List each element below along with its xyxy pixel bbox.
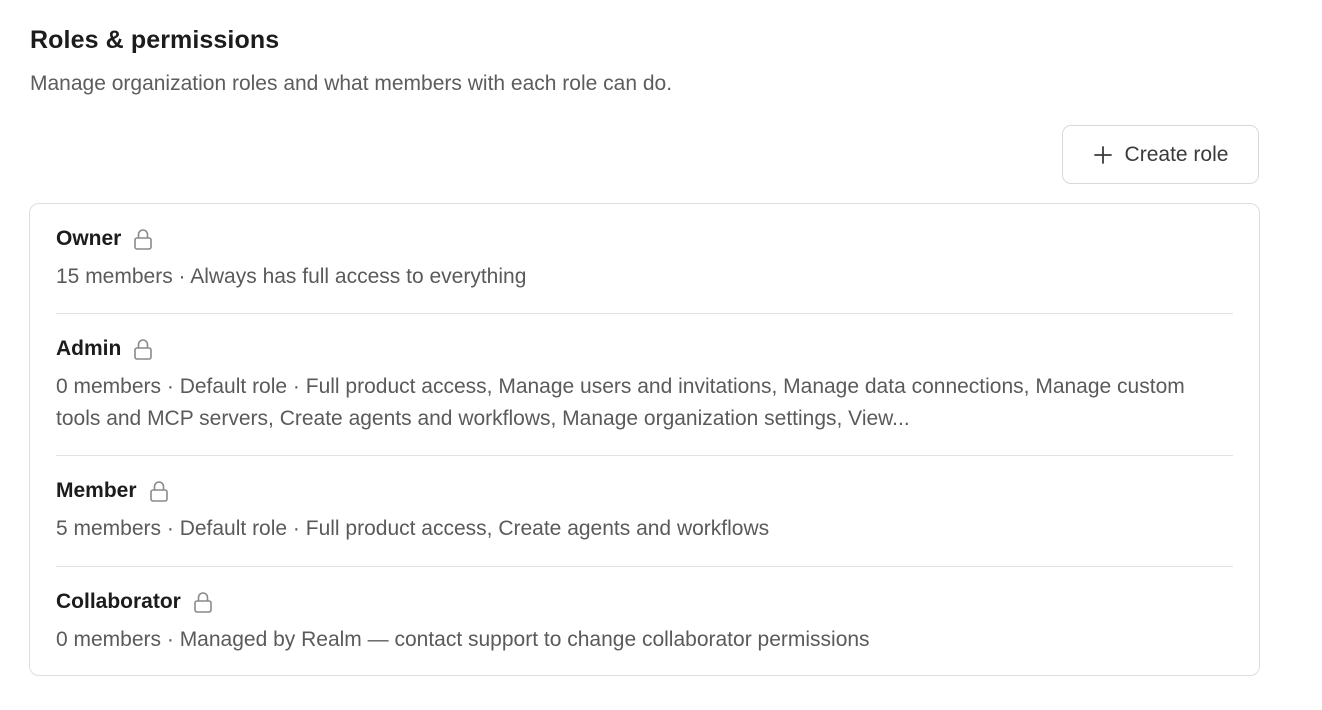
role-row-collaborator[interactable]: Collaborator 0 members · Managed by Real… (56, 567, 1233, 675)
role-name: Member (56, 479, 137, 502)
role-name: Collaborator (56, 590, 181, 613)
role-description: 5 members · Default role · Full product … (56, 517, 770, 540)
role-row-admin[interactable]: Admin 0 members · Default role · Full pr… (56, 314, 1233, 456)
role-description: 0 members · Default role · Full product … (56, 375, 1185, 430)
lock-icon (133, 338, 153, 360)
create-role-button[interactable]: Create role (1062, 125, 1259, 184)
roles-list: Owner 15 members · Always has full acces… (29, 203, 1260, 676)
lock-icon (149, 480, 169, 502)
role-description: 0 members · Managed by Realm — contact s… (56, 628, 870, 651)
create-role-label: Create role (1124, 142, 1229, 166)
role-name: Admin (56, 337, 122, 360)
lock-icon (193, 591, 213, 613)
lock-icon (133, 228, 153, 250)
role-row-member[interactable]: Member 5 members · Default role · Full p… (56, 456, 1233, 567)
page-title: Roles & permissions (30, 26, 280, 54)
role-name: Owner (56, 227, 122, 250)
role-row-owner[interactable]: Owner 15 members · Always has full acces… (56, 204, 1233, 314)
page-subtitle: Manage organization roles and what membe… (30, 72, 673, 95)
plus-icon (1093, 145, 1113, 165)
role-description: 15 members · Always has full access to e… (56, 265, 527, 288)
